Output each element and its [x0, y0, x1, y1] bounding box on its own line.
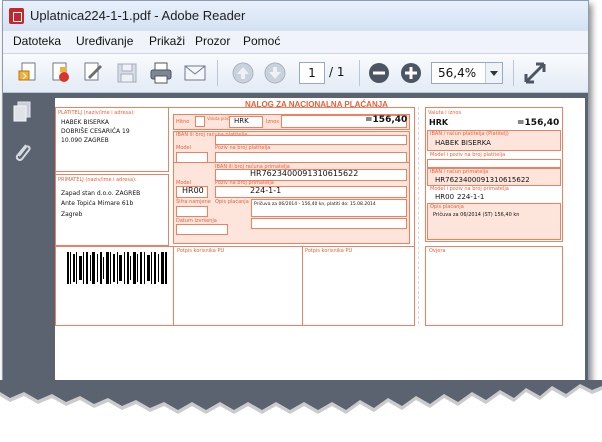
toolbar-separator	[217, 60, 218, 86]
fullscreen-icon[interactable]	[523, 61, 547, 85]
slip-iban-recipient: HR7623400091310615622	[435, 176, 530, 184]
zoom-out-icon[interactable]	[367, 61, 391, 85]
email-icon[interactable]	[183, 61, 207, 85]
page-total: / 1	[329, 65, 345, 79]
recipient-block	[55, 174, 169, 246]
slip-poziv-payer-field	[427, 159, 561, 168]
menu-uredivanje[interactable]: Uređivanje	[76, 34, 133, 48]
model-recipient-value: HR00	[182, 186, 204, 195]
page-number-input[interactable]: 1	[299, 62, 325, 84]
slip-model: HR00	[435, 193, 455, 201]
pdf-page: NALOG ZA NACIONALNA PLAĆANJA PLATITELJ (…	[55, 98, 585, 398]
opis-label: Opis plaćanja	[215, 199, 249, 205]
slip-model-poziv-recipient-label: Model i poziv na broj primatelja	[430, 186, 509, 192]
slip-poziv: 224-1-1	[457, 193, 485, 201]
title-bar: Uplatnica224-1-1.pdf - Adobe Reader	[3, 1, 588, 31]
slip-opis-label: Opis plaćanja	[430, 204, 464, 210]
toolbar-separator	[513, 60, 514, 86]
create-pdf-icon[interactable]	[17, 61, 41, 85]
window-title: Uplatnica224-1-1.pdf - Adobe Reader	[30, 8, 246, 23]
poziv-recipient-value: 224-1-1	[250, 186, 282, 195]
pages-icon[interactable]	[12, 101, 32, 123]
adobe-reader-icon	[9, 8, 24, 24]
slip-ovjera-label: Ovjera	[429, 248, 446, 254]
datum-field	[176, 224, 228, 235]
recipient-name: Zapad stan d.o.o. ZAGREB	[61, 190, 141, 197]
slip-currency: HRK	[429, 118, 449, 127]
signature-label-2: Potpis korisnika PU	[305, 248, 353, 254]
slip-model-poziv-payer-label: Model i poziv na broj platitelja	[430, 152, 506, 158]
hitno-label: Hitno	[176, 119, 190, 125]
save-icon[interactable]	[115, 61, 139, 85]
print-icon[interactable]	[149, 61, 173, 85]
payer-name: HABEK BISERKA	[61, 119, 109, 126]
toolbar-separator	[359, 60, 360, 86]
barcode-image	[67, 252, 167, 284]
menu-datoteka[interactable]: Datoteka	[13, 34, 61, 48]
zoom-level-select[interactable]: 56,4%	[431, 62, 503, 84]
form-heading: NALOG ZA NACIONALNA PLAĆANJA	[245, 100, 388, 109]
recipient-street: Ante Topića Mimare 61b	[61, 200, 134, 207]
signature-box-1	[173, 246, 303, 326]
recipient-label: PRIMATELJ (naziv/ime i adresa):	[58, 177, 137, 183]
collaborate-icon[interactable]	[49, 61, 73, 85]
torn-edge	[0, 380, 602, 442]
menu-prikazi[interactable]: Prikaži	[149, 34, 185, 48]
sifra-field	[176, 206, 208, 217]
menu-bar: Datoteka Uređivanje Prikaži Prozor Pomoć	[3, 31, 588, 54]
iban-payer-field	[215, 135, 407, 145]
iban-recipient-value: HR7623400091310615622	[250, 169, 359, 178]
previous-page-icon[interactable]	[231, 61, 255, 85]
slip-amount: =156,40	[517, 118, 560, 128]
slip-ovjera-block	[425, 246, 563, 326]
opis-field-2	[251, 218, 407, 229]
signature-label-1: Potpis korisnika PU	[177, 248, 225, 254]
slip-opis: Pričuva za 06/2014 (ST) 156,40 kn	[433, 212, 520, 218]
document-viewer[interactable]: NALOG ZA NACIONALNA PLAĆANJA PLATITELJ (…	[41, 93, 588, 405]
sifra-label: Šifra namjene	[176, 199, 211, 205]
slip-iban-recipient-label: IBAN / račun primatelja	[430, 169, 489, 175]
zoom-in-icon[interactable]	[399, 61, 423, 85]
iznos-label: Iznos	[266, 119, 279, 125]
menu-prozor[interactable]: Prozor	[195, 34, 230, 48]
menu-pomoc[interactable]: Pomoć	[243, 34, 280, 48]
payer-city: 10.090 ZAGREB	[61, 137, 109, 144]
opis-value: Pričuva za 06/2014 - 156,40 kn, platiti …	[254, 202, 376, 207]
payer-street: DOBRIŠE CESARIĆA 19	[61, 128, 130, 135]
zoom-level-value: 56,4%	[438, 66, 477, 80]
poziv-payer-label: Poziv na broj platitelja	[215, 145, 271, 151]
payer-label: PLATITELJ (naziv/ime i adresa):	[58, 110, 135, 116]
sign-icon[interactable]	[81, 61, 105, 85]
slip-valuta-label: Valuta i iznos	[428, 110, 462, 116]
attachments-icon[interactable]	[12, 141, 32, 163]
navigation-sidebar	[3, 93, 41, 405]
tear-line	[418, 107, 419, 324]
currency-value: HRK	[234, 117, 249, 125]
poziv-recipient-field	[215, 186, 407, 198]
amount-value: =156,40	[365, 115, 408, 125]
slip-iban-payer-label: IBAN / račun platitelja (Platitelj)	[430, 131, 509, 137]
hitno-checkbox	[195, 116, 205, 127]
recipient-city: Zagreb	[61, 211, 83, 218]
model-label: Model	[176, 145, 192, 151]
zoom-dropdown-icon[interactable]	[485, 63, 502, 83]
adobe-reader-window: Uplatnica224-1-1.pdf - Adobe Reader Dato…	[2, 0, 589, 406]
toolbar: 1 / 1 56,4%	[3, 54, 588, 93]
next-page-icon[interactable]	[263, 61, 287, 85]
slip-payer-name: HABEK BISERKA	[435, 139, 491, 147]
